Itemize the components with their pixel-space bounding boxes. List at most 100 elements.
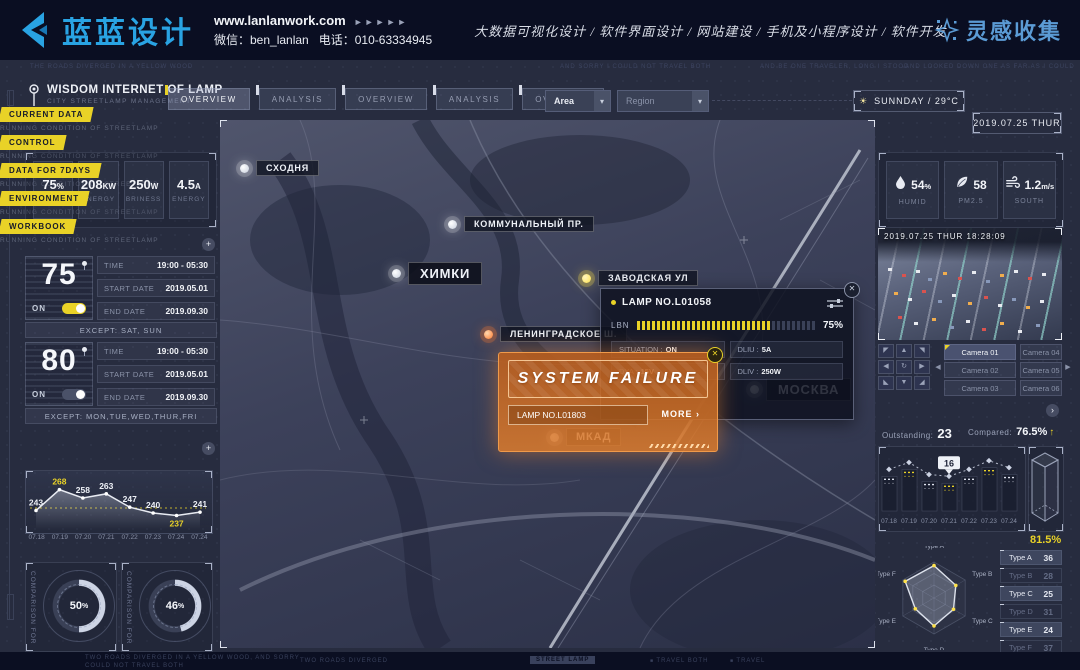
map-pin[interactable]: КОММУНАЛЬНЫЙ ПР.: [448, 216, 594, 232]
camera-button[interactable]: Camera 03: [944, 380, 1016, 396]
cell-value: 250W: [129, 177, 158, 192]
control-field[interactable]: START DATE2019.05.01: [97, 279, 215, 297]
chevron-down-icon[interactable]: ▾: [594, 91, 610, 111]
field-label: TIME: [104, 347, 124, 356]
lamp-popup-title: LAMP NO.L01058: [622, 297, 827, 308]
tab-analysis[interactable]: ANALYSIS: [436, 88, 513, 110]
pan-up-button[interactable]: ▲: [896, 344, 912, 358]
gauge-ring: 46%: [144, 575, 206, 637]
alert-close-icon[interactable]: ✕: [707, 347, 723, 363]
svg-text:247: 247: [123, 494, 137, 504]
type-row[interactable]: Type D31: [1000, 604, 1062, 619]
pin-dot-icon: [392, 269, 401, 278]
pin-label: КОММУНАЛЬНЫЙ ПР.: [464, 216, 594, 232]
control-field[interactable]: TIME19:00 - 05:30: [97, 256, 215, 274]
on-label: ON: [32, 304, 46, 313]
field-label: END DATE: [104, 307, 145, 316]
alert-more-button[interactable]: MORE ›: [654, 405, 709, 423]
type-row[interactable]: Type B28: [1000, 568, 1062, 583]
droplet-icon: [894, 175, 907, 195]
camera-button[interactable]: Camera 02: [944, 362, 1016, 378]
workbook-total-pct: 81.5%: [1030, 534, 1061, 546]
camera-button[interactable]: Camera 06: [1020, 380, 1062, 396]
pin-label: ХИМКИ: [408, 262, 482, 285]
system-failure-alert: ✕ SYSTEM FAILURE LAMP NO.L01803 MORE ›: [498, 352, 718, 452]
pan-left-button[interactable]: ◀: [878, 360, 894, 374]
map-pin[interactable]: ХИМКИ: [392, 262, 482, 285]
sliders-icon[interactable]: [827, 298, 843, 308]
popup-close-icon[interactable]: ✕: [844, 282, 860, 298]
control-field[interactable]: END DATE2019.09.30: [97, 302, 215, 320]
workbook-next-button[interactable]: ›: [1046, 404, 1059, 417]
comparison-gauge: COMPARISON FOR50%: [25, 562, 117, 652]
tab-analysis[interactable]: ANALYSIS: [259, 88, 336, 110]
pin-dot-icon: [582, 274, 591, 283]
weather-box: ☀ SUNNDAY / 29°C: [853, 90, 965, 112]
pan-up-left-button[interactable]: ◤: [878, 344, 894, 358]
x-tick: 07.23: [141, 534, 164, 541]
pan-up-right-button[interactable]: ◥: [914, 344, 930, 358]
svg-text:258: 258: [76, 485, 90, 495]
type-row[interactable]: Type A36: [1000, 550, 1062, 565]
dashboard: THE ROADS DIVERGED IN A YELLOW WOODAND S…: [0, 60, 1080, 652]
pin-label: СХОДНЯ: [256, 160, 319, 176]
env-value: 1.2m/s: [1025, 178, 1055, 192]
refresh-button[interactable]: ↻: [896, 360, 912, 374]
footer-check-2: TRAVEL: [730, 658, 765, 664]
current-data-cell: 4.5AENERGY: [169, 161, 209, 219]
camera-button[interactable]: Camera 01: [944, 344, 1016, 360]
camera-buttons-col1: Camera 01 Camera 02 Camera 03: [944, 344, 1016, 396]
bulb-icon: [82, 347, 87, 352]
traffic-decor: [888, 268, 892, 271]
pan-right-button[interactable]: ▶: [914, 360, 930, 374]
website-link[interactable]: www.lanlanwork.com: [214, 13, 346, 28]
cell-label: BRINESS: [126, 196, 162, 203]
x-tick: 07.22: [118, 534, 141, 541]
power-toggle[interactable]: [62, 389, 86, 400]
pan-down-left-button[interactable]: ◣: [878, 376, 894, 390]
power-toggle[interactable]: [62, 303, 86, 314]
lanlan-logo-icon: [14, 10, 54, 50]
x-tick: 07.21: [95, 534, 118, 541]
week-line-chart: 243268258263247240237241: [26, 471, 210, 531]
env-cell-top: 54%: [894, 175, 931, 195]
camera-feed: 2019.07.25 THUR 18:28:09: [878, 228, 1062, 340]
type-row[interactable]: Type E24: [1000, 622, 1062, 637]
region-select[interactable]: Region ▾: [617, 90, 709, 112]
map-pin[interactable]: СХОДНЯ: [240, 160, 319, 176]
camera-prev-icon[interactable]: ◀: [934, 360, 942, 374]
pan-down-right-button[interactable]: ◢: [914, 376, 930, 390]
field-value: 2019.05.01: [165, 283, 208, 293]
collect-label: 灵感收集: [966, 14, 1062, 46]
tab-overview[interactable]: OVERVIEW: [345, 88, 427, 110]
control-add-button[interactable]: +: [202, 238, 215, 251]
type-row[interactable]: Type C25: [1000, 586, 1062, 601]
radar-chart: Type AType BType CType DType EType F: [878, 546, 996, 650]
up-arrow-icon: ↑: [1049, 427, 1054, 438]
cell-label: ENERGY: [172, 196, 205, 203]
inspiration-collect[interactable]: 灵感收集: [934, 14, 1062, 46]
environment-tag: ENVIRONMENT: [0, 191, 90, 206]
decor-text: AND BE ONE TRAVELER, LONG I STOOD: [760, 64, 909, 70]
map-pin[interactable]: ЗАВОДСКАЯ УЛ: [582, 270, 698, 286]
env-cell-top: 1.2m/s: [1005, 176, 1055, 194]
alert-lamp-id: LAMP NO.L01803: [508, 405, 648, 425]
camera-next-icon[interactable]: ▶: [1064, 360, 1072, 374]
control-field[interactable]: TIME19:00 - 05:30: [97, 342, 215, 360]
camera-timestamp: 2019.07.25 THUR 18:28:09: [884, 232, 1006, 241]
alert-title: SYSTEM FAILURE: [518, 370, 699, 388]
week-chart-add-button[interactable]: +: [202, 442, 215, 455]
chevron-down-icon[interactable]: ▾: [692, 91, 708, 111]
sun-icon: ☀: [859, 96, 868, 107]
comparison-gauge: COMPARISON FOR46%: [121, 562, 213, 652]
tab-overview[interactable]: OVERVIEW: [168, 88, 250, 110]
camera-button[interactable]: Camera 05: [1020, 362, 1062, 378]
field-value: 2019.05.01: [165, 369, 208, 379]
area-select[interactable]: Area ▾: [545, 90, 611, 112]
camera-button[interactable]: Camera 04: [1020, 344, 1062, 360]
pan-down-button[interactable]: ▼: [896, 376, 912, 390]
city-map[interactable]: СХОДНЯКОММУНАЛЬНЫЙ ПР.ХИМКИЗАВОДСКАЯ УЛЛ…: [220, 120, 875, 648]
control-field[interactable]: START DATE2019.05.01: [97, 365, 215, 383]
x-tick: 07.24: [165, 534, 188, 541]
control-field[interactable]: END DATE2019.09.30: [97, 388, 215, 406]
